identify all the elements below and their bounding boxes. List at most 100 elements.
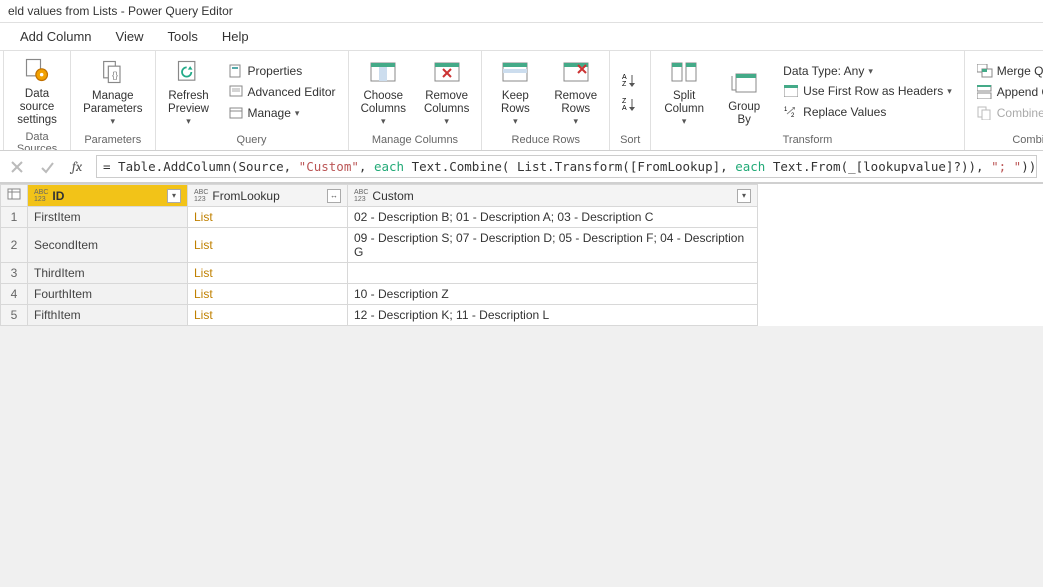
manage-icon (228, 105, 244, 121)
replace-values-icon: 12 (783, 104, 799, 120)
parameters-icon: {} (99, 58, 127, 86)
properties-button[interactable]: Properties (226, 62, 338, 80)
column-filter-custom[interactable]: ▾ (737, 189, 751, 203)
svg-text:Z: Z (622, 81, 627, 87)
cell-id[interactable]: FourthItem (28, 284, 188, 305)
advanced-editor-icon (228, 84, 244, 100)
type-any-icon: ABC123 (194, 189, 208, 203)
formula-input[interactable]: = Table.AddColumn(Source, "Custom", each… (96, 155, 1037, 178)
row-number[interactable]: 3 (1, 263, 28, 284)
gear-settings-icon (23, 56, 51, 84)
advanced-editor-button[interactable]: Advanced Editor (226, 83, 338, 101)
combine-files-icon (977, 105, 993, 121)
column-filter-id[interactable]: ▾ (167, 189, 181, 203)
window-title: eld values from Lists - Power Query Edit… (8, 4, 233, 18)
sort-asc-button[interactable]: AZ (620, 71, 640, 89)
cell-fromlookup[interactable]: List (188, 263, 348, 284)
menu-help[interactable]: Help (222, 29, 249, 44)
refresh-preview-button[interactable]: Refresh Preview (162, 55, 216, 129)
ribbon-group-parameters: {} Manage Parameters Parameters (71, 51, 155, 150)
formula-cancel-button[interactable] (6, 156, 28, 178)
remove-columns-icon (433, 58, 461, 86)
column-header-custom[interactable]: ABC123 Custom ▾ (348, 185, 758, 207)
table-row[interactable]: 3ThirdItemList (1, 263, 758, 284)
table-row[interactable]: 1FirstItemList02 - Description B; 01 - D… (1, 207, 758, 228)
first-row-headers-button[interactable]: Use First Row as Headers (781, 82, 954, 100)
data-type-button[interactable]: Data Type: Any (781, 63, 954, 79)
choose-columns-button[interactable]: Choose Columns (355, 55, 412, 129)
properties-icon (228, 63, 244, 79)
choose-columns-icon (369, 58, 397, 86)
svg-text:1: 1 (784, 107, 788, 113)
type-any-icon: ABC123 (354, 189, 368, 203)
sort-desc-button[interactable]: ZA (620, 95, 640, 113)
cell-fromlookup[interactable]: List (188, 207, 348, 228)
merge-queries-button[interactable]: Merge Queries (975, 62, 1043, 80)
cell-id[interactable]: SecondItem (28, 228, 188, 263)
group-by-button[interactable]: Group By (717, 55, 771, 129)
table-row[interactable]: 4FourthItemList10 - Description Z (1, 284, 758, 305)
ribbon: Data source settings Data Sources {} Man… (0, 51, 1043, 151)
formula-commit-button[interactable] (36, 156, 58, 178)
sort-desc-icon: ZA (622, 96, 638, 112)
append-icon (977, 84, 993, 100)
cell-custom[interactable]: 02 - Description B; 01 - Description A; … (348, 207, 758, 228)
cell-custom[interactable]: 10 - Description Z (348, 284, 758, 305)
svg-text:A: A (622, 105, 627, 111)
row-number[interactable]: 5 (1, 305, 28, 326)
cell-custom[interactable] (348, 263, 758, 284)
data-source-settings-button[interactable]: Data source settings (10, 55, 64, 129)
fx-icon[interactable]: fx (66, 156, 88, 178)
combine-files-button[interactable]: Combine Files (975, 104, 1043, 122)
menu-tools[interactable]: Tools (168, 29, 198, 44)
cell-id[interactable]: ThirdItem (28, 263, 188, 284)
remove-columns-button[interactable]: Remove Columns (418, 55, 475, 129)
row-number[interactable]: 4 (1, 284, 28, 305)
svg-text:2: 2 (791, 113, 795, 118)
refresh-icon (175, 58, 203, 86)
column-header-fromlookup[interactable]: ABC123 FromLookup ↔ (188, 185, 348, 207)
split-column-button[interactable]: Split Column (657, 55, 711, 129)
table-row[interactable]: 5FifthItemList12 - Description K; 11 - D… (1, 305, 758, 326)
svg-text:Z: Z (622, 98, 627, 105)
keep-rows-button[interactable]: Keep Rows (488, 55, 542, 129)
manage-parameters-button[interactable]: {} Manage Parameters (77, 55, 148, 129)
formula-bar: fx = Table.AddColumn(Source, "Custom", e… (0, 151, 1043, 183)
cell-custom[interactable]: 09 - Description S; 07 - Description D; … (348, 228, 758, 263)
cell-fromlookup[interactable]: List (188, 228, 348, 263)
cell-fromlookup[interactable]: List (188, 305, 348, 326)
menu-add-column[interactable]: Add Column (20, 29, 92, 44)
remove-rows-button[interactable]: Remove Rows (548, 55, 603, 129)
column-header-id[interactable]: ABC123 ID ▾ (28, 185, 188, 207)
ribbon-group-transform: Split Column Group By Data Type: Any Use… (651, 51, 965, 150)
cell-id[interactable]: FifthItem (28, 305, 188, 326)
ribbon-group-combine: Merge Queries Append Queries Combine Fil… (965, 51, 1043, 150)
merge-icon (977, 63, 993, 79)
ribbon-group-sort: AZ ZA Sort (610, 51, 651, 150)
append-queries-button[interactable]: Append Queries (975, 83, 1043, 101)
empty-area (0, 326, 1043, 576)
cell-id[interactable]: FirstItem (28, 207, 188, 228)
cell-custom[interactable]: 12 - Description K; 11 - Description L (348, 305, 758, 326)
column-expand-fromlookup[interactable]: ↔ (327, 189, 341, 203)
row-number[interactable]: 2 (1, 228, 28, 263)
keep-rows-icon (501, 58, 529, 86)
svg-text:{}: {} (112, 70, 118, 80)
split-column-icon (670, 58, 698, 86)
title-bar: eld values from Lists - Power Query Edit… (0, 0, 1043, 23)
replace-values-button[interactable]: 12 Replace Values (781, 103, 954, 121)
ribbon-group-reduce-rows: Keep Rows Remove Rows Reduce Rows (482, 51, 610, 150)
remove-rows-icon (562, 58, 590, 86)
cell-fromlookup[interactable]: List (188, 284, 348, 305)
menu-view[interactable]: View (116, 29, 144, 44)
table-corner-button[interactable] (1, 185, 28, 207)
group-by-icon (730, 69, 758, 97)
manage-button[interactable]: Manage (226, 104, 338, 122)
type-any-icon: ABC123 (34, 189, 48, 203)
menu-bar: Add Column View Tools Help (0, 23, 1043, 51)
ribbon-group-data-sources: Data source settings Data Sources (4, 51, 71, 150)
svg-text:A: A (622, 74, 627, 81)
ribbon-group-query: Refresh Preview Properties Advanced Edit… (156, 51, 349, 150)
table-row[interactable]: 2SecondItemList09 - Description S; 07 - … (1, 228, 758, 263)
row-number[interactable]: 1 (1, 207, 28, 228)
